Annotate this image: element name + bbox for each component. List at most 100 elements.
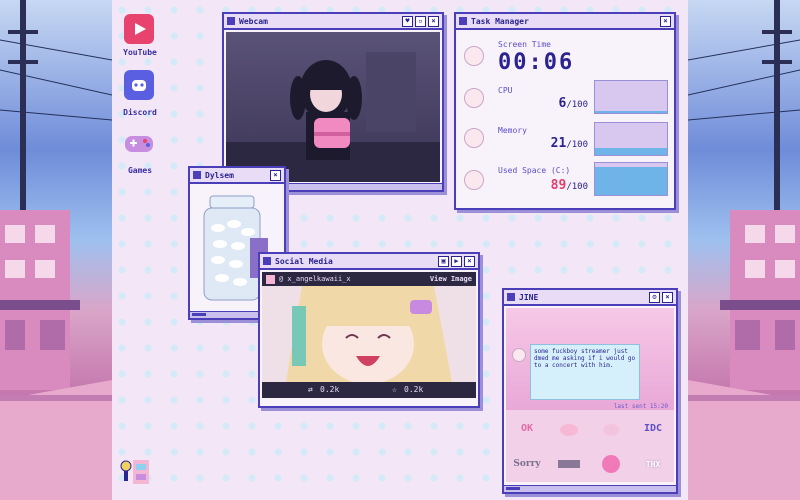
memory-max: /100 (566, 140, 588, 150)
cpu-label: CPU (498, 86, 513, 95)
memory-readout: 21/100 (526, 132, 588, 151)
like-icon[interactable]: ☆ (392, 385, 397, 394)
memory-value: 21 (550, 136, 567, 151)
dog-sticker-icon (603, 424, 619, 436)
close-button[interactable]: × (660, 15, 671, 27)
used-space-max: /100 (566, 182, 588, 192)
window-title: Dylsem (205, 170, 234, 180)
share-icon[interactable]: ▣ (438, 255, 449, 267)
post-handle: @ x_angelkawaii_x (279, 275, 351, 283)
like-count: 0.2k (404, 385, 424, 394)
chat-area: some fuckboy streamer just dmed me askin… (506, 308, 674, 410)
street-scenery-left (0, 0, 112, 500)
cpu-bar (594, 80, 668, 114)
social-media-window[interactable]: Social Media ▣ ▶ × @ x_angelkawaii_x Vie… (258, 252, 480, 408)
view-image-link[interactable]: View Image (430, 275, 472, 283)
street-illustration-right (688, 0, 800, 500)
cpu-avatar (464, 88, 484, 108)
desktop: YouTube Discord Games Webcam ♥ ▫ × Task … (112, 0, 688, 500)
jine-titlebar[interactable]: JINE ⚙ × (504, 290, 676, 306)
heart-icon[interactable]: ♥ (402, 15, 413, 27)
cat-sticker-icon (560, 424, 578, 436)
sticker-label: OK (520, 422, 534, 434)
memory-bar (594, 122, 668, 156)
post-header: @ x_angelkawaii_x View Image (262, 272, 476, 286)
sticker-ok[interactable]: OK (506, 410, 548, 446)
lightbulb-icon (120, 460, 149, 484)
social-media-titlebar[interactable]: Social Media ▣ ▶ × (260, 254, 478, 270)
chat-bubble: some fuckboy streamer just dmed me askin… (530, 344, 640, 400)
start-icon[interactable] (118, 456, 152, 490)
used-space-value: 89 (550, 178, 567, 193)
post-image (262, 286, 476, 382)
window-title: Webcam (239, 16, 268, 26)
play-icon[interactable]: ▶ (451, 255, 462, 267)
space-avatar (464, 170, 484, 190)
window-icon (459, 17, 467, 25)
sticker-label: THX (645, 459, 661, 469)
sticker-label: Sorry (513, 459, 541, 469)
desktop-icon-games[interactable]: Games (112, 128, 168, 176)
jine-window[interactable]: JINE ⚙ × some fuckboy streamer just dmed… (502, 288, 678, 494)
screen-time-label: Screen Time (498, 40, 551, 49)
sticker-thx[interactable]: THX (632, 446, 674, 482)
youtube-icon (124, 14, 154, 44)
sticker-idc[interactable]: IDC (632, 410, 674, 446)
webcam-titlebar[interactable]: Webcam ♥ ▫ × (224, 14, 442, 30)
sticker-panel: OK IDC Sorry THX (506, 410, 674, 482)
window-icon (227, 17, 235, 25)
desktop-icon-youtube[interactable]: YouTube (112, 14, 168, 62)
close-button[interactable]: × (464, 255, 475, 267)
window-icon (193, 171, 201, 179)
street-illustration-left (0, 0, 112, 500)
last-sent-time: last sent 15:20 (613, 403, 668, 410)
window-footer (504, 485, 676, 492)
window-icon (507, 293, 515, 301)
screen-time-avatar (464, 46, 484, 66)
sticker-label: IDC (643, 422, 663, 434)
memory-avatar (464, 128, 484, 148)
sticker-pig[interactable] (590, 446, 632, 482)
used-space-bar-fill (595, 166, 667, 195)
task-manager-window[interactable]: Task Manager × Screen Time 00:06 CPU 6/1… (454, 12, 676, 210)
sticker-sorry[interactable]: Sorry (506, 446, 548, 482)
sticker-cat[interactable] (548, 410, 590, 446)
desktop-icon-label: YouTube (123, 48, 157, 57)
gamepad-icon (124, 128, 154, 158)
desktop-icon-label: Games (127, 166, 153, 175)
window-title: Task Manager (471, 16, 529, 26)
sticker-badge[interactable] (548, 446, 590, 482)
used-space-bar (594, 162, 668, 196)
webcam-feed (226, 32, 440, 182)
space-readout: 89/100 (526, 174, 588, 193)
badge-sticker-icon (558, 460, 580, 468)
retweet-icon[interactable]: ⇄ (308, 385, 313, 394)
webcam-character-illustration (226, 52, 440, 182)
discord-icon (124, 70, 154, 100)
close-button[interactable]: × (428, 15, 439, 27)
street-scenery-right (688, 0, 800, 500)
task-manager-titlebar[interactable]: Task Manager × (456, 14, 674, 30)
memory-label: Memory (498, 126, 527, 135)
settings-icon[interactable]: ⚙ (649, 291, 660, 303)
contact-avatar (512, 348, 526, 362)
post-avatar (266, 274, 275, 284)
desktop-icon-label: Discord (123, 108, 157, 117)
window-title: JINE (519, 292, 539, 302)
pig-sticker-icon (602, 455, 620, 473)
screen-time-value: 00:06 (498, 50, 575, 75)
desktop-icon-discord[interactable]: Discord (112, 70, 168, 118)
window-title: Social Media (275, 256, 333, 266)
sticker-dog[interactable] (590, 410, 632, 446)
close-button[interactable]: × (270, 169, 281, 181)
webcam-window[interactable]: Webcam ♥ ▫ × (222, 12, 444, 192)
minimize-button[interactable]: ▫ (415, 15, 426, 27)
post-character-illustration (262, 286, 476, 382)
memory-bar-fill (595, 148, 667, 155)
close-button[interactable]: × (662, 291, 673, 303)
retweet-count: 0.2k (320, 385, 340, 394)
cpu-max: /100 (566, 100, 588, 110)
window-icon (263, 257, 271, 265)
cpu-bar-fill (595, 111, 667, 113)
dylsem-titlebar[interactable]: Dylsem × (190, 168, 284, 184)
